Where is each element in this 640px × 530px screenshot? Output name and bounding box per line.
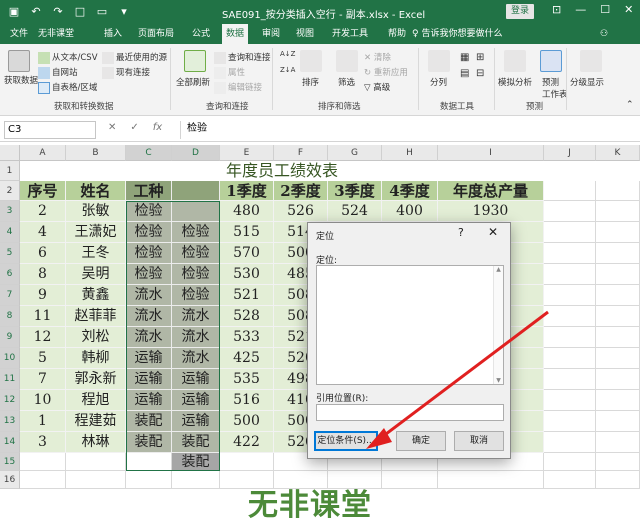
annotation-arrow <box>366 310 549 449</box>
watermark-logo: 无非课堂 <box>248 488 372 523</box>
excel-window: ▣ ↶ ↷ □ ▭ ▾ SAE091_按分类插入空行 - 副本.xlsx - E… <box>0 0 640 530</box>
arrow-shaft <box>377 310 549 442</box>
